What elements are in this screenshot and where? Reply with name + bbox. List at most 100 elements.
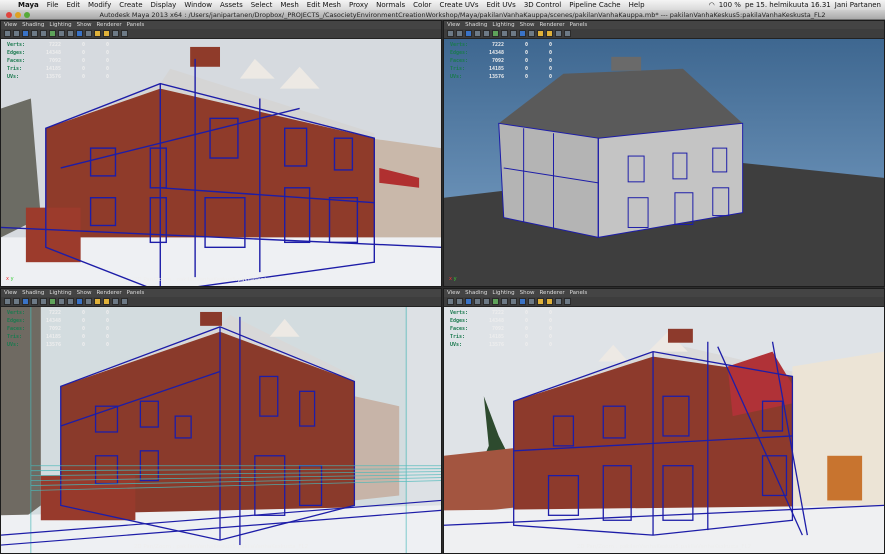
viewport[interactable]: Verts: 7222 0 0 Edges: 14348 0 0 Faces: 7092 0 0 Tri… <box>1 307 441 553</box>
pane-menu-shading[interactable]: Shading <box>465 22 487 28</box>
film-gate-icon[interactable] <box>49 298 56 305</box>
bookmark-icon[interactable] <box>22 298 29 305</box>
pane-menu-panels[interactable]: Panels <box>570 22 588 28</box>
menu-edit[interactable]: Edit <box>62 1 84 9</box>
grid-icon[interactable] <box>483 30 490 37</box>
xray-icon[interactable] <box>555 298 562 305</box>
xray-icon[interactable] <box>112 298 119 305</box>
viewport-pane-top-left[interactable]: View Shading Lighting Show Renderer Pane… <box>0 20 442 287</box>
isolate-icon[interactable] <box>121 298 128 305</box>
viewport[interactable]: Verts: 7222 0 0 Edges: 14348 0 0 Faces: 7092 0 0 Tri… <box>1 39 441 286</box>
pane-menu-view[interactable]: View <box>447 22 460 28</box>
pane-menu-lighting[interactable]: Lighting <box>492 290 514 296</box>
menu-display[interactable]: Display <box>147 1 181 9</box>
pane-menu-lighting[interactable]: Lighting <box>49 22 71 28</box>
film-gate-icon[interactable] <box>492 298 499 305</box>
shadows-icon[interactable] <box>546 30 553 37</box>
viewport-pane-top-right[interactable]: View Shading Lighting Show Renderer Pane… <box>443 20 885 287</box>
menu-window[interactable]: Window <box>180 1 216 9</box>
wireframe-icon[interactable] <box>67 30 74 37</box>
camera-icon[interactable] <box>4 298 11 305</box>
isolate-icon[interactable] <box>564 298 571 305</box>
pane-menu-renderer[interactable]: Renderer <box>96 22 121 28</box>
isolate-icon[interactable] <box>121 30 128 37</box>
pane-menu-renderer[interactable]: Renderer <box>539 22 564 28</box>
lock-camera-icon[interactable] <box>13 30 20 37</box>
resolution-gate-icon[interactable] <box>501 30 508 37</box>
lock-camera-icon[interactable] <box>13 298 20 305</box>
pane-menu-show[interactable]: Show <box>77 22 92 28</box>
menu-assets[interactable]: Assets <box>216 1 247 9</box>
film-gate-icon[interactable] <box>49 30 56 37</box>
minimize-icon[interactable] <box>15 11 21 18</box>
menu-3d-control[interactable]: 3D Control <box>520 1 565 9</box>
menu-edit-uvs[interactable]: Edit UVs <box>482 1 519 9</box>
menu-app[interactable]: Maya <box>14 1 43 9</box>
isolate-icon[interactable] <box>564 30 571 37</box>
pane-menu-view[interactable]: View <box>4 290 17 296</box>
shadows-icon[interactable] <box>103 30 110 37</box>
textured-icon[interactable] <box>85 298 92 305</box>
wireframe-icon[interactable] <box>510 298 517 305</box>
shadows-icon[interactable] <box>546 298 553 305</box>
datetime-label[interactable]: pe 15. helmikuuta 16.31 <box>745 1 831 9</box>
pane-menu-panels[interactable]: Panels <box>570 290 588 296</box>
menu-create-uvs[interactable]: Create UVs <box>435 1 482 9</box>
bookmark-icon[interactable] <box>22 30 29 37</box>
menu-normals[interactable]: Normals <box>372 1 409 9</box>
grid-icon[interactable] <box>40 298 47 305</box>
menu-proxy[interactable]: Proxy <box>345 1 372 9</box>
pane-menu-shading[interactable]: Shading <box>22 290 44 296</box>
pane-menu-show[interactable]: Show <box>520 290 535 296</box>
menu-select[interactable]: Select <box>247 1 277 9</box>
menu-help[interactable]: Help <box>625 1 649 9</box>
menu-create[interactable]: Create <box>115 1 146 9</box>
menu-edit-mesh[interactable]: Edit Mesh <box>303 1 345 9</box>
lights-icon[interactable] <box>94 30 101 37</box>
menu-pipeline-cache[interactable]: Pipeline Cache <box>565 1 624 9</box>
pane-menu-shading[interactable]: Shading <box>22 22 44 28</box>
grid-icon[interactable] <box>483 298 490 305</box>
pane-menu-renderer[interactable]: Renderer <box>96 290 121 296</box>
resolution-gate-icon[interactable] <box>501 298 508 305</box>
grid-icon[interactable] <box>40 30 47 37</box>
textured-icon[interactable] <box>85 30 92 37</box>
image-plane-icon[interactable] <box>31 30 38 37</box>
viewport-pane-bottom-left[interactable]: View Shading Lighting Show Renderer Pane… <box>0 288 442 554</box>
resolution-gate-icon[interactable] <box>58 30 65 37</box>
menu-file[interactable]: File <box>43 1 63 9</box>
menu-color[interactable]: Color <box>409 1 435 9</box>
smooth-shade-icon[interactable] <box>76 298 83 305</box>
lock-camera-icon[interactable] <box>456 298 463 305</box>
pane-menu-view[interactable]: View <box>4 22 17 28</box>
lights-icon[interactable] <box>94 298 101 305</box>
close-icon[interactable] <box>6 11 12 18</box>
pane-menu-view[interactable]: View <box>447 290 460 296</box>
textured-icon[interactable] <box>528 298 535 305</box>
pane-menu-lighting[interactable]: Lighting <box>492 22 514 28</box>
image-plane-icon[interactable] <box>474 298 481 305</box>
resolution-gate-icon[interactable] <box>58 298 65 305</box>
camera-icon[interactable] <box>447 298 454 305</box>
lights-icon[interactable] <box>537 298 544 305</box>
smooth-shade-icon[interactable] <box>76 30 83 37</box>
user-label[interactable]: Jani Partanen <box>835 1 881 9</box>
xray-icon[interactable] <box>112 30 119 37</box>
xray-icon[interactable] <box>555 30 562 37</box>
wifi-icon[interactable]: ◠ <box>709 1 715 9</box>
pane-menu-panels[interactable]: Panels <box>127 290 145 296</box>
battery-label[interactable]: 100 % <box>719 1 741 9</box>
camera-icon[interactable] <box>447 30 454 37</box>
textured-icon[interactable] <box>528 30 535 37</box>
wireframe-icon[interactable] <box>510 30 517 37</box>
menu-mesh[interactable]: Mesh <box>276 1 302 9</box>
pane-menu-lighting[interactable]: Lighting <box>49 290 71 296</box>
pane-menu-show[interactable]: Show <box>77 290 92 296</box>
zoom-icon[interactable] <box>24 11 30 18</box>
viewport[interactable]: Verts: 7222 0 0 Edges: 14348 0 0 Faces: 7092 0 0 Tri… <box>444 307 884 553</box>
viewport-pane-bottom-right[interactable]: View Shading Lighting Show Renderer Pane… <box>443 288 885 554</box>
smooth-shade-icon[interactable] <box>519 298 526 305</box>
image-plane-icon[interactable] <box>474 30 481 37</box>
wireframe-icon[interactable] <box>67 298 74 305</box>
lock-camera-icon[interactable] <box>456 30 463 37</box>
